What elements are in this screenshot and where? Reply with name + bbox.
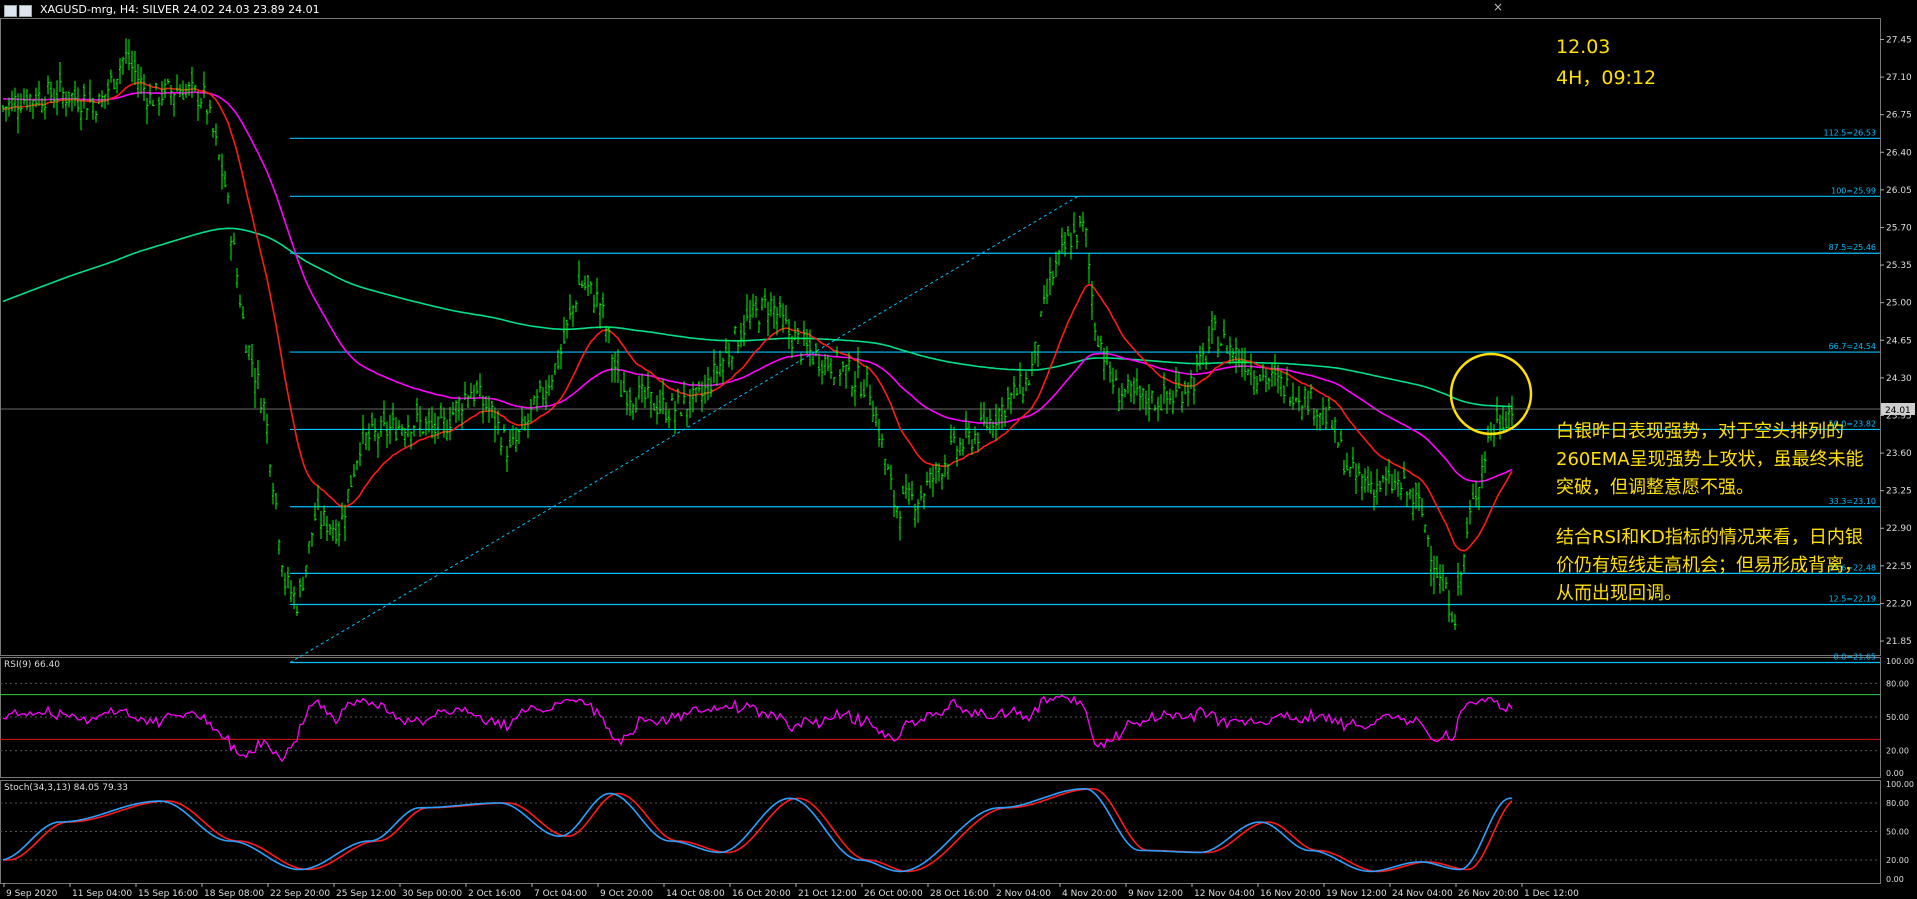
rsi-label: RSI(9) 66.40	[4, 660, 60, 670]
close-icon[interactable]: ×	[1493, 0, 1503, 14]
ema-mid-line	[2, 91, 1513, 483]
rsi-panel: RSI(9) 66.40 100.00 80.00 50.00 20.00 0.00	[0, 657, 1914, 778]
fib-level-label: 100=25.99	[1831, 186, 1876, 195]
ema-260	[2, 227, 1512, 408]
annotation-paragraph: 白银昨日表现强势，对于空头排列的260EMA呈现强势上攻状，虽最终未能突破，但调…	[1556, 421, 1864, 498]
annotation-timeframe: 4H，09:12	[1556, 67, 1657, 89]
price-tick-label: 22.20	[1886, 599, 1912, 609]
time-tick-label: 24 Nov 04:00	[1392, 889, 1453, 899]
price-tick-label: 22.55	[1886, 562, 1912, 572]
time-tick-label: 16 Oct 20:00	[732, 889, 791, 899]
rsi-tick-label: 100.00	[1886, 657, 1914, 666]
fib-level-label: 0.0=21.65	[1834, 653, 1876, 662]
chart-title: XAGUSD-mrg, H4: SILVER 24.02 24.03 23.89…	[40, 3, 320, 16]
price-tick-label: 24.65	[1886, 336, 1912, 346]
price-tick-label: 21.85	[1886, 637, 1912, 647]
window-icon	[4, 5, 17, 17]
time-tick-label: 26 Nov 20:00	[1458, 889, 1519, 899]
price-tick-label: 24.30	[1886, 374, 1912, 384]
current-price-label: 24.01	[1885, 406, 1911, 416]
price-tick-label: 26.05	[1886, 186, 1912, 196]
time-tick-label: 1 Dec 12:00	[1524, 889, 1579, 899]
time-tick-label: 15 Sep 16:00	[138, 889, 198, 899]
time-tick-label: 2 Nov 04:00	[996, 889, 1051, 899]
stoch-signal-line	[3, 787, 1513, 873]
time-tick-label: 9 Oct 20:00	[600, 889, 653, 899]
stochastic-panel: Stoch(34,3,13) 84.05 79.33 100.00 80.00 50.…	[0, 780, 1914, 884]
price-tick-label: 27.10	[1886, 73, 1912, 83]
price-tick-label: 26.40	[1886, 148, 1912, 158]
ema-fast-line	[2, 81, 1513, 552]
time-tick-label: 4 Nov 20:00	[1062, 889, 1117, 899]
price-tick-label: 23.60	[1886, 449, 1912, 459]
rsi-tick-label: 50.00	[1886, 713, 1909, 722]
time-tick-label: 9 Sep 2020	[6, 889, 58, 899]
time-tick-label: 7 Oct 04:00	[534, 889, 587, 899]
annotation-paragraph: 结合RSI和KD指标的情况来看，日内银价仍有短线走高机会；但易形成背离，从而出现…	[1556, 527, 1863, 604]
time-tick-label: 22 Sep 20:00	[270, 889, 330, 899]
rsi-tick-label: 80.00	[1886, 679, 1909, 688]
time-tick-label: 16 Nov 20:00	[1260, 889, 1321, 899]
rsi-tick-label: 20.00	[1886, 747, 1909, 756]
rsi-tick-label: 0.00	[1886, 769, 1904, 778]
time-tick-label: 25 Sep 12:00	[336, 889, 396, 899]
time-tick-label: 18 Sep 08:00	[204, 889, 264, 899]
price-tick-label: 25.00	[1886, 299, 1912, 309]
annotation-date: 12.03	[1556, 36, 1611, 58]
stoch-tick-label: 50.00	[1886, 828, 1909, 837]
time-tick-label: 11 Sep 04:00	[72, 889, 132, 899]
time-tick-label: 21 Oct 12:00	[798, 889, 857, 899]
rsi-line	[2, 694, 1513, 763]
fib-level-label: 66.7=24.54	[1829, 342, 1876, 351]
stoch-tick-label: 20.00	[1886, 856, 1909, 865]
window-icon	[19, 5, 32, 17]
ema-260-line	[2, 227, 1512, 408]
time-tick-label: 26 Oct 00:00	[864, 889, 923, 899]
time-tick-label: 28 Oct 16:00	[930, 889, 989, 899]
time-tick-label: 12 Nov 04:00	[1194, 889, 1255, 899]
ema-fast	[2, 81, 1513, 552]
price-tick-label: 27.45	[1886, 35, 1912, 45]
time-axis: 9 Sep 2020 11 Sep 04:00 15 Sep 16:00 18 Sep…	[3, 883, 1579, 899]
price-tick-label: 23.25	[1886, 487, 1912, 497]
stoch-tick-label: 0.00	[1886, 875, 1904, 884]
fib-level-label: 87.5=25.46	[1829, 243, 1876, 252]
ema-mid	[2, 91, 1513, 483]
price-tick-label: 26.75	[1886, 111, 1912, 121]
time-tick-label: 19 Nov 12:00	[1326, 889, 1387, 899]
fib-level-label: 112.5=26.53	[1823, 128, 1876, 137]
time-tick-label: 9 Nov 12:00	[1128, 889, 1183, 899]
time-tick-label: 30 Sep 00:00	[402, 889, 462, 899]
price-tick-label: 22.90	[1886, 524, 1912, 534]
stoch-tick-label: 100.00	[1886, 780, 1914, 789]
time-tick-label: 2 Oct 16:00	[468, 889, 521, 899]
price-tick-label: 25.70	[1886, 223, 1912, 233]
price-tick-label: 25.35	[1886, 261, 1912, 271]
stoch-tick-label: 80.00	[1886, 799, 1909, 808]
time-tick-label: 14 Oct 08:00	[666, 889, 725, 899]
stoch-label: Stoch(34,3,13) 84.05 79.33	[4, 783, 128, 793]
